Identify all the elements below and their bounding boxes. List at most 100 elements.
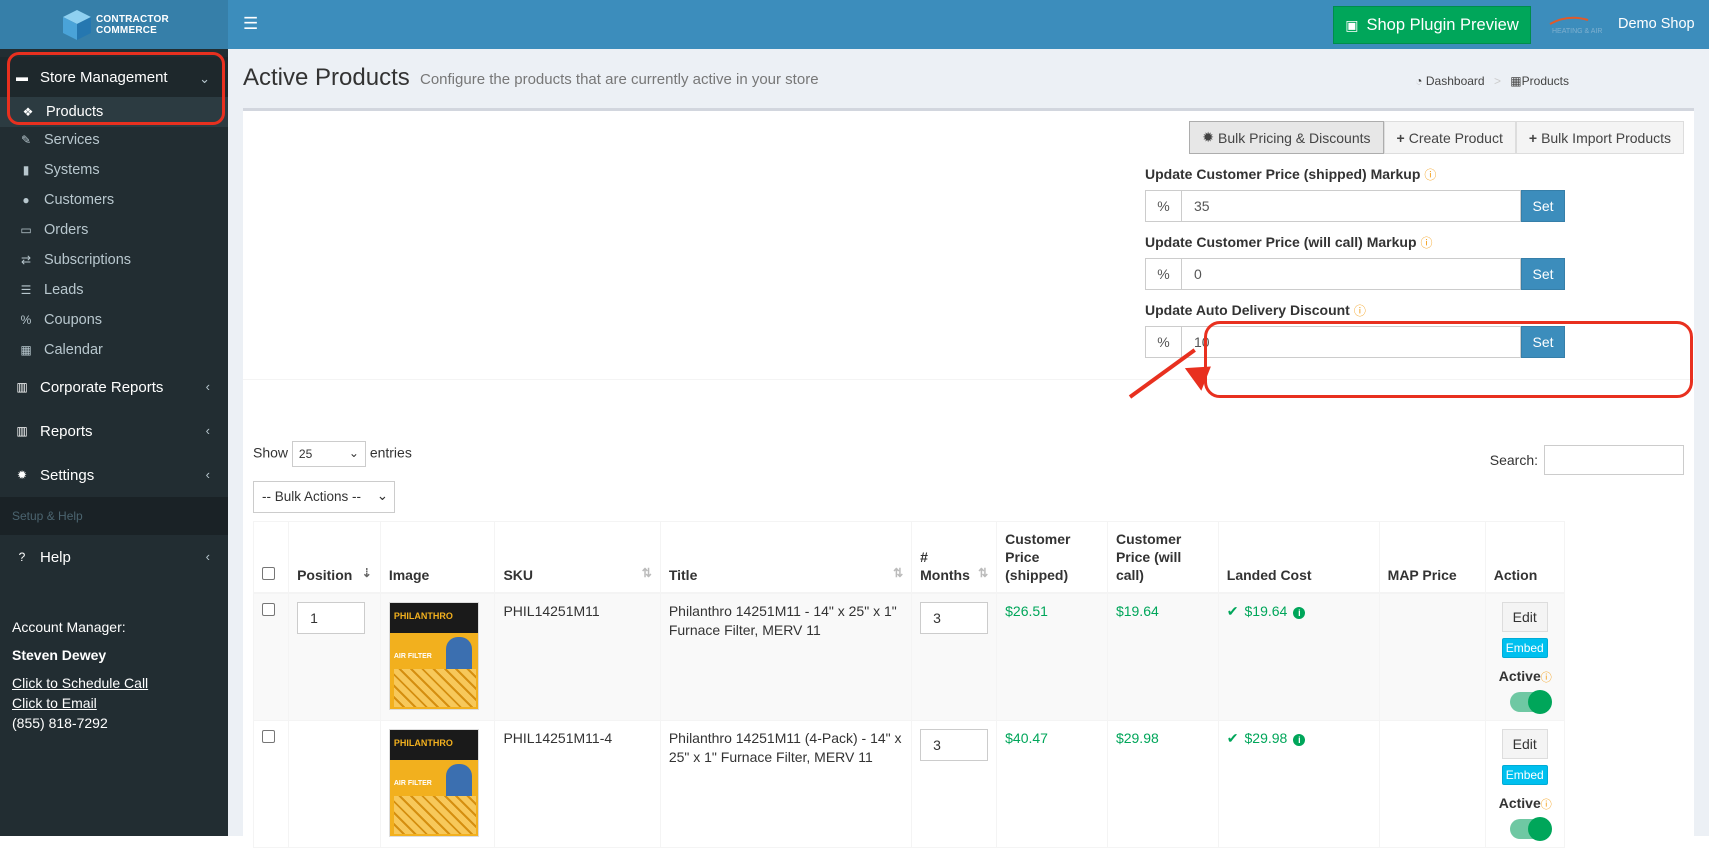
header-position[interactable]: Position ⇣ <box>288 521 381 594</box>
position-cell <box>288 720 381 848</box>
sidebar-settings[interactable]: ✹ Settings ‹ <box>0 453 228 497</box>
menu-toggle-icon[interactable]: ☰ <box>243 14 258 34</box>
willcall-markup-input[interactable]: 0 <box>1182 258 1521 290</box>
header-sku-label: SKU <box>503 567 534 583</box>
active-label-text: Active <box>1498 795 1541 811</box>
header-sku[interactable]: SKU ⇅ <box>494 521 661 594</box>
product-image[interactable]: PHILANTHRO AIR FILTER <box>388 602 479 710</box>
sidebar-corporate-reports[interactable]: ▥ Corporate Reports ‹ <box>0 365 228 409</box>
sidebar-item-label: Customers <box>44 192 115 208</box>
list-icon: ☰ <box>20 283 32 297</box>
position-cell: 1 <box>288 592 381 721</box>
help-icon[interactable]: ⓘ <box>1541 799 1552 811</box>
calendar-icon: ▦ <box>20 343 32 357</box>
sidebar-item-calendar[interactable]: ▦ Calendar <box>0 335 228 365</box>
account-manager-name: Steven Dewey <box>12 647 107 663</box>
breadcrumb-separator: > <box>1493 74 1501 88</box>
toggle-knob <box>1527 817 1552 841</box>
row-select-cell <box>252 592 290 721</box>
info-icon[interactable]: i <box>1293 607 1306 619</box>
sidebar-reports[interactable]: ▥ Reports ‹ <box>0 409 228 453</box>
row-checkbox[interactable] <box>262 730 275 743</box>
sidebar-item-label: Calendar <box>44 342 103 358</box>
retweet-icon: ⇄ <box>20 253 32 267</box>
check-icon: ✔ <box>1226 730 1239 746</box>
shipped-markup-set-button[interactable]: Set <box>1521 190 1565 222</box>
embed-button[interactable]: Embed <box>1501 638 1548 658</box>
shipped-markup-group: % 35 Set <box>1145 190 1565 222</box>
sidebar-item-services[interactable]: ✎ Services <box>0 125 228 155</box>
bar-chart-icon: ▥ <box>16 380 28 394</box>
chevron-down-icon: ⌄ <box>376 488 388 503</box>
table-row: 1 PHILANTHRO AIR FILTER PHIL14251M11 Phi… <box>252 592 1566 721</box>
logo-cube-icon <box>63 10 91 40</box>
active-toggle[interactable] <box>1509 817 1552 841</box>
embed-button[interactable]: Embed <box>1501 765 1548 785</box>
product-image-text: AIR FILTER <box>393 780 432 787</box>
bulk-pricing-button[interactable]: ✹ Bulk Pricing & Discounts <box>1189 121 1384 154</box>
help-icon[interactable]: ⓘ <box>1424 168 1436 182</box>
header-position-label: Position <box>297 567 353 583</box>
sidebar-corporate-reports-label: Corporate Reports <box>40 378 164 396</box>
sidebar-item-subscriptions[interactable]: ⇄ Subscriptions <box>0 245 228 275</box>
sidebar-help[interactable]: ? Help ‹ <box>0 535 228 579</box>
edit-button[interactable]: Edit <box>1501 602 1548 632</box>
header-title[interactable]: Title ⇅ <box>659 521 913 594</box>
bulk-import-label: Bulk Import Products <box>1541 129 1671 146</box>
landed-cost-cell: ✔ $19.64 i <box>1217 592 1380 721</box>
shop-logo: HEATING & AIR <box>1548 14 1608 36</box>
price-willcall-cell: $29.98 <box>1106 720 1219 848</box>
shop-name[interactable]: Demo Shop <box>1618 16 1695 32</box>
chevron-down-icon: ⌄ <box>348 446 359 460</box>
row-checkbox[interactable] <box>262 603 275 616</box>
months-input[interactable]: 3 <box>920 729 989 761</box>
sidebar-item-leads[interactable]: ☰ Leads <box>0 275 228 305</box>
sidebar-item-label: Leads <box>44 282 84 298</box>
position-input[interactable]: 1 <box>297 602 366 634</box>
sidebar-item-systems[interactable]: ▮ Systems <box>0 155 228 185</box>
sidebar-item-orders[interactable]: ▭ Orders <box>0 215 228 245</box>
sidebar-item-label: Coupons <box>44 312 103 328</box>
users-icon: ● <box>22 193 30 207</box>
active-toggle[interactable] <box>1509 690 1552 714</box>
help-icon[interactable]: ⓘ <box>1421 236 1433 250</box>
landed-cost-value: $29.98 <box>1244 730 1288 746</box>
bulk-actions-select[interactable]: -- Bulk Actions -- ⌄ <box>253 481 395 513</box>
wrench-icon: ✎ <box>20 133 32 147</box>
create-product-button[interactable]: + Create Product <box>1383 121 1516 154</box>
percent-icon: % <box>20 313 32 327</box>
shipped-markup-input[interactable]: 35 <box>1182 190 1521 222</box>
sidebar-item-customers[interactable]: ● Customers <box>0 185 228 215</box>
email-link[interactable]: Click to Email <box>12 695 97 711</box>
schedule-call-link[interactable]: Click to Schedule Call <box>12 675 148 691</box>
image-cell: PHILANTHRO AIR FILTER <box>379 592 496 721</box>
sku-cell: PHIL14251M11-4 <box>494 720 661 848</box>
select-all-checkbox[interactable] <box>262 567 275 580</box>
chevron-left-icon: ‹ <box>205 423 210 438</box>
header-select-all <box>252 521 290 594</box>
inbox-icon: ▭ <box>20 223 32 237</box>
product-image-brand: PHILANTHRO <box>389 730 478 760</box>
brand-logo[interactable]: CONTRACTOR COMMERCE <box>0 0 228 49</box>
breadcrumb-dashboard[interactable]: Dashboard <box>1426 74 1485 88</box>
bulk-import-button[interactable]: + Bulk Import Products <box>1515 121 1684 154</box>
willcall-markup-group: % 0 Set <box>1145 258 1565 290</box>
help-icon[interactable]: ⓘ <box>1354 304 1366 318</box>
sidebar-help-label: Help <box>40 548 71 566</box>
search-input[interactable] <box>1544 445 1684 475</box>
info-icon[interactable]: i <box>1293 734 1306 746</box>
product-image[interactable]: PHILANTHRO AIR FILTER <box>388 729 479 837</box>
question-circle-icon: ? <box>18 550 26 564</box>
willcall-markup-set-button[interactable]: Set <box>1521 258 1565 290</box>
edit-button[interactable]: Edit <box>1501 729 1548 759</box>
sidebar-item-coupons[interactable]: % Coupons <box>0 305 228 335</box>
chevron-left-icon: ‹ <box>205 549 210 564</box>
entries-select[interactable]: 25 ⌄ <box>291 441 366 467</box>
shop-plugin-preview-button[interactable]: ▣ Shop Plugin Preview <box>1333 6 1531 44</box>
months-input[interactable]: 3 <box>920 602 989 634</box>
help-icon[interactable]: ⓘ <box>1541 672 1552 684</box>
header-months[interactable]: # Months ⇅ <box>911 521 998 594</box>
auto-delivery-label: Update Auto Delivery Discount <box>1145 302 1350 318</box>
chevron-left-icon: ‹ <box>205 379 210 394</box>
bulk-actions-value: -- Bulk Actions -- <box>262 489 362 504</box>
